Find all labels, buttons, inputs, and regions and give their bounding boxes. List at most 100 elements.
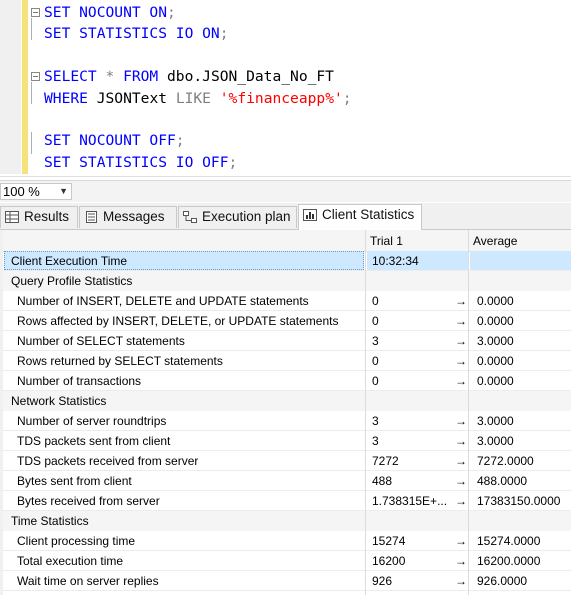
trial-value: 3 (372, 434, 379, 448)
statistic-name: Number of SELECT statements (17, 334, 185, 348)
table-row[interactable]: Client Execution Time 10:32:34 (3, 251, 571, 271)
column-divider (365, 230, 366, 595)
statistic-name: Query Profile Statistics (11, 274, 133, 288)
chevron-down-icon[interactable]: ▼ (59, 184, 68, 199)
average-value: 488.0000 (477, 474, 528, 488)
code-line[interactable]: SET NOCOUNT ON; (44, 2, 176, 23)
code-line[interactable]: SET NOCOUNT OFF; (44, 130, 185, 151)
trend-arrow-icon: → (455, 474, 467, 488)
trend-arrow-icon: → (455, 334, 467, 348)
code-token: WHERE (44, 89, 88, 107)
tab-client-statistics-label: Client Statistics (322, 207, 415, 222)
tab-messages[interactable]: Messages (79, 206, 177, 228)
table-row[interactable]: Number of transactions 0 → 0.0000 (3, 371, 571, 391)
editor-divider (0, 176, 571, 177)
table-row[interactable]: TDS packets received from server 7272 → 727… (3, 451, 571, 471)
trend-arrow-icon: → (455, 314, 467, 328)
statistic-name: Rows returned by SELECT statements (17, 354, 223, 368)
table-row[interactable]: Number of INSERT, DELETE and UPDATE stat… (3, 291, 571, 311)
trial-value: 3 (372, 334, 379, 348)
trend-arrow-icon: → (455, 574, 467, 588)
section-header-row[interactable]: Query Profile Statistics (3, 271, 571, 291)
table-row[interactable]: Rows affected by INSERT, DELETE, or UPDA… (3, 311, 571, 331)
table-row[interactable]: Wait time on server replies 926 → 926.0000 (3, 571, 571, 591)
statistic-name: Network Statistics (11, 394, 107, 408)
code-token: ; (228, 153, 238, 171)
grid-header: Trial 1 Average (3, 230, 571, 252)
editor-left-margin (0, 0, 21, 174)
table-row[interactable]: Number of server roundtrips 3 → 3.0000 (3, 411, 571, 431)
tab-client-statistics[interactable]: Client Statistics (298, 204, 422, 230)
column-header-average[interactable]: Average (473, 230, 517, 251)
average-value: 7272.0000 (477, 454, 534, 468)
trial-value: 0 (372, 314, 379, 328)
average-value: 3.0000 (477, 434, 514, 448)
zoom-dropdown[interactable]: 100 % ▼ (0, 183, 72, 200)
average-value: 0.0000 (477, 314, 514, 328)
row-divider (3, 590, 571, 591)
code-line[interactable]: SET STATISTICS IO OFF; (44, 152, 237, 173)
average-value: 0.0000 (477, 374, 514, 388)
trial-value: 16200 (372, 554, 406, 568)
outline-guide (31, 132, 32, 154)
table-row[interactable]: Bytes sent from client 488 → 488.0000 (3, 471, 571, 491)
outline-guide (31, 18, 32, 40)
zoom-bar: 100 % ▼ (0, 180, 571, 202)
statistic-name: Number of server roundtrips (17, 414, 167, 428)
code-token: ; (167, 4, 176, 21)
statistic-name: Bytes received from server (17, 494, 160, 508)
column-divider (468, 230, 469, 595)
code-token: '%financeapp%' (219, 89, 343, 107)
tab-execution-plan-label: Execution plan (202, 209, 291, 224)
code-line[interactable]: SELECT * FROM dbo.JSON_Data_No_FT (44, 66, 334, 87)
table-row[interactable]: Rows returned by SELECT statements 0 → 0.00… (3, 351, 571, 371)
results-tabs: Results Messages Execution plan Client S… (0, 203, 571, 230)
statistic-name: Total execution time (17, 554, 124, 568)
section-header-row[interactable]: Network Statistics (3, 391, 571, 411)
section-header-row[interactable]: Time Statistics (3, 511, 571, 531)
code-token: ; (175, 132, 185, 150)
trial-value: 7272 (372, 454, 399, 468)
statistic-name: Client Execution Time (11, 254, 128, 268)
average-value: 16200.0000 (477, 554, 541, 568)
code-token: ; (342, 89, 352, 107)
table-row[interactable]: Number of SELECT statements 3 → 3.0000 (3, 331, 571, 351)
tab-execution-plan[interactable]: Execution plan (178, 206, 297, 228)
trend-arrow-icon: → (455, 454, 467, 468)
statistic-name: Number of INSERT, DELETE and UPDATE stat… (17, 294, 309, 308)
execution-plan-icon (183, 211, 197, 223)
code-line[interactable]: SET STATISTICS IO ON; (44, 23, 229, 44)
selection-highlight (470, 251, 571, 271)
table-row[interactable]: TDS packets sent from client 3 → 3.0000 (3, 431, 571, 451)
average-value: 17383150.0000 (477, 494, 561, 508)
statistic-name: Client processing time (17, 534, 136, 548)
code-token: LIKE (175, 89, 211, 107)
table-row[interactable]: Client processing time 15274 → 15274.0000 (3, 531, 571, 551)
trend-arrow-icon: → (455, 414, 467, 428)
tab-results[interactable]: Results (0, 206, 78, 228)
tab-results-label: Results (24, 209, 70, 224)
sql-editor[interactable]: − − SET NOCOUNT ON; SET STATISTICS IO ON;… (0, 0, 571, 180)
trial-value: 488 (372, 474, 393, 488)
code-token: SET NOCOUNT OFF (44, 132, 176, 150)
trial-value: 10:32:34 (372, 254, 419, 268)
statistic-name: Rows affected by INSERT, DELETE, or UPDA… (17, 314, 339, 328)
trend-arrow-icon: → (455, 494, 467, 508)
statistic-name: Time Statistics (11, 514, 89, 528)
trend-arrow-icon: → (455, 294, 467, 308)
code-token: SET STATISTICS IO OFF (44, 153, 229, 171)
average-value: 0.0000 (477, 354, 514, 368)
column-header-trial[interactable]: Trial 1 (370, 230, 403, 251)
tab-messages-label: Messages (103, 209, 165, 224)
zoom-value: 100 % (3, 184, 40, 199)
code-line[interactable]: WHERE JSONText LIKE '%financeapp%'; (44, 88, 352, 109)
table-row[interactable]: Bytes received from server 1.738315E+... →… (3, 491, 571, 511)
table-row[interactable]: Total execution time 16200 → 16200.0000 (3, 551, 571, 571)
collapse-icon[interactable]: − (31, 8, 40, 17)
collapse-icon[interactable]: − (31, 72, 40, 81)
code-token: dbo.JSON_Data_No_FT (158, 68, 334, 86)
code-token: SET NOCOUNT ON (44, 4, 168, 21)
statistic-name: Wait time on server replies (17, 574, 159, 588)
messages-icon (86, 211, 97, 223)
trial-value: 926 (372, 574, 393, 588)
